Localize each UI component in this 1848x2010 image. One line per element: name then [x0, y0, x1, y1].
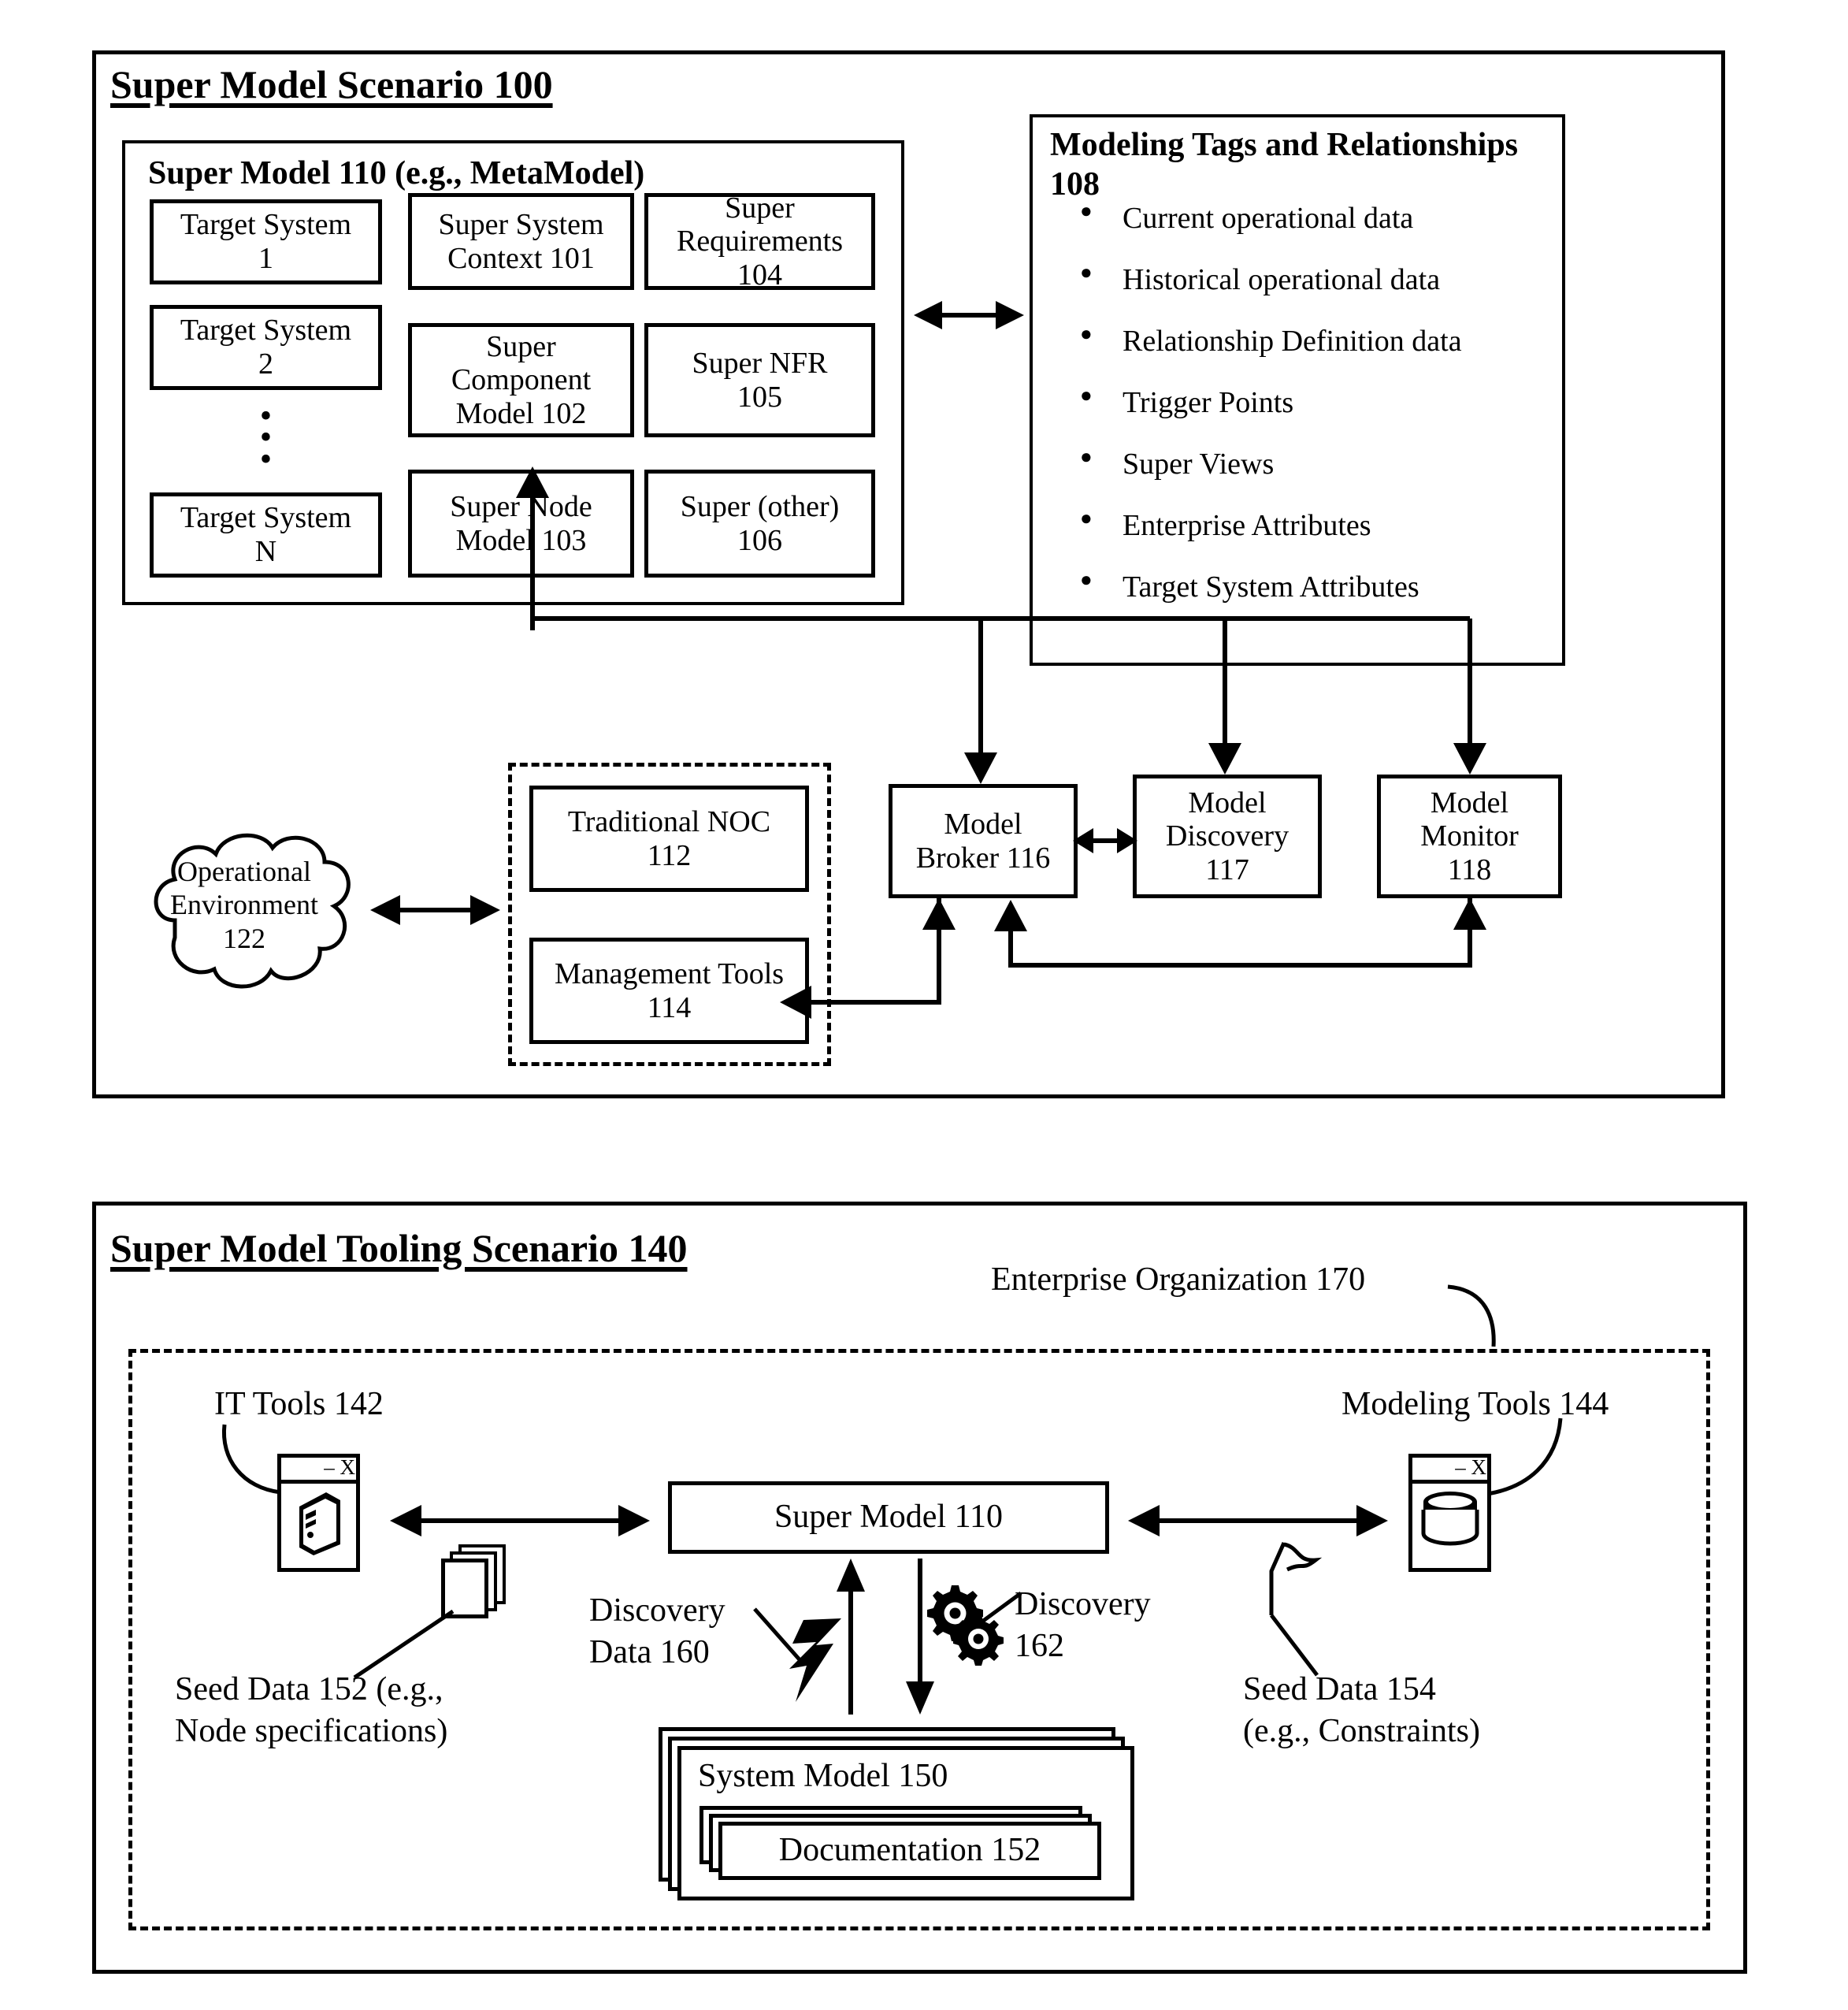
systemmodel-to-supermodel-arrow-icon: [837, 1559, 865, 1715]
modeling-tools-144-label: Modeling Tools 144: [1341, 1386, 1609, 1422]
figure2-title: Super Model Tooling Scenario 140: [110, 1226, 688, 1270]
seed-data-154-label: Seed Data 154 (e.g., Constraints): [1243, 1671, 1480, 1749]
supermodel-to-systemmodel-arrow-icon: [906, 1559, 934, 1715]
super-model-110-box-fig2: Super Model 110: [668, 1481, 1109, 1554]
documentation-152-box: Documentation 152: [718, 1822, 1101, 1880]
computer-tower-icon: [299, 1492, 340, 1555]
it-tools-supermodel-bidirectional-arrow-icon: [390, 1505, 650, 1536]
it-tools-window-titlebar: – X: [277, 1454, 360, 1484]
seed-data-152-label: Seed Data 152 (e.g., Node specifications…: [175, 1671, 448, 1749]
enterprise-organization-170-label: Enterprise Organization 170: [991, 1261, 1366, 1298]
discovery-data-160-label: Discovery Data 160: [589, 1592, 725, 1670]
database-cylinder-icon: [1421, 1492, 1479, 1546]
supermodel-modelingtools-bidirectional-arrow-icon: [1128, 1505, 1388, 1536]
discovery-162-label: Discovery 162: [1015, 1586, 1151, 1664]
it-tools-142-label: IT Tools 142: [214, 1386, 384, 1422]
enterprise-org-leader-line: [1447, 1284, 1496, 1347]
modeling-tools-window-titlebar: – X: [1408, 1454, 1491, 1484]
system-model-150-label: System Model 150: [698, 1758, 948, 1794]
